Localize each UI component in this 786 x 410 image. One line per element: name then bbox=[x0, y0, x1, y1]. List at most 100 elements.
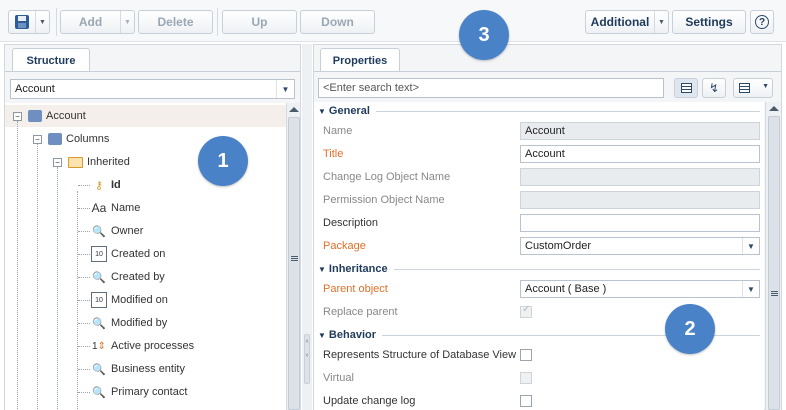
structure-scrollbar[interactable] bbox=[286, 103, 300, 410]
scroll-thumb[interactable] bbox=[768, 116, 780, 410]
tab-properties[interactable]: Properties bbox=[320, 48, 400, 72]
prop-parent-select[interactable]: Account ( Base ) ▼ bbox=[520, 280, 760, 298]
scroll-up-arrow-icon[interactable] bbox=[769, 106, 779, 111]
prop-label-virtual: Virtual bbox=[323, 372, 354, 384]
tree-column-label: Modified on bbox=[111, 294, 168, 306]
tree-column-active-processes[interactable]: 1 ⇕ Active processes bbox=[91, 335, 194, 357]
callout-badge-2: 2 bbox=[665, 304, 715, 354]
section-inheritance[interactable]: ▼ Inheritance bbox=[318, 263, 760, 275]
add-label: Add bbox=[78, 15, 103, 29]
help-button[interactable]: ? bbox=[750, 10, 774, 34]
prop-label-update-log: Update change log bbox=[323, 395, 416, 407]
tree-column-label: Active processes bbox=[111, 340, 195, 352]
delete-label: Delete bbox=[157, 15, 194, 29]
tree-connector bbox=[78, 323, 90, 324]
structure-object-select[interactable]: Account ▼ bbox=[10, 79, 295, 99]
tree-column-owner[interactable]: 🔍 Owner bbox=[91, 220, 143, 242]
prop-parent-value: Account ( Base ) bbox=[525, 283, 607, 295]
save-button[interactable]: ▼ bbox=[8, 10, 50, 34]
list-view-button[interactable] bbox=[674, 78, 698, 98]
events-button[interactable]: ↯ bbox=[702, 78, 726, 98]
collapse-triangle-icon[interactable]: ▼ bbox=[318, 331, 326, 340]
up-label: Up bbox=[251, 15, 268, 29]
tree-column-label: Primary contact bbox=[111, 386, 188, 398]
callout-number: 1 bbox=[217, 149, 229, 172]
prop-label-parent: Parent object bbox=[323, 283, 388, 295]
view-options-button[interactable]: ▼ bbox=[733, 78, 773, 98]
chevron-down-icon[interactable]: ▼ bbox=[35, 11, 49, 33]
tree-node-inherited[interactable]: − Inherited bbox=[53, 151, 130, 173]
text-type-icon: Aa bbox=[91, 201, 107, 215]
tree-connector bbox=[78, 254, 90, 255]
tree-column-created-by[interactable]: 🔍 Created by bbox=[91, 266, 165, 288]
collapse-icon[interactable]: − bbox=[13, 111, 22, 121]
collapse-icon[interactable]: − bbox=[33, 134, 42, 144]
delete-button[interactable]: Delete bbox=[138, 10, 213, 34]
tree-connector bbox=[78, 346, 90, 347]
tree-column-created-on[interactable]: 10 Created on bbox=[91, 243, 165, 265]
section-divider bbox=[393, 268, 760, 270]
prop-package-select[interactable]: CustomOrder ▼ bbox=[520, 237, 760, 255]
property-search-input[interactable]: <Enter search text> bbox=[318, 78, 664, 98]
prop-label-description: Description bbox=[323, 217, 379, 229]
structure-select-value: Account bbox=[15, 83, 55, 95]
tree-node-account[interactable]: − Account bbox=[13, 105, 86, 127]
callout-badge-3: 3 bbox=[459, 10, 509, 60]
tree-column-label: Name bbox=[111, 202, 141, 214]
panel-splitter[interactable]: ‹ ‹ bbox=[302, 44, 312, 410]
tree-node-label: Account bbox=[46, 110, 86, 122]
chevron-down-icon[interactable]: ▼ bbox=[742, 238, 759, 254]
prop-label-replace: Replace parent bbox=[323, 306, 398, 318]
tree-connector bbox=[78, 185, 90, 186]
settings-button[interactable]: Settings bbox=[672, 10, 746, 34]
additional-button[interactable]: Additional ▼ bbox=[585, 10, 669, 34]
section-general[interactable]: ▼ General bbox=[318, 105, 760, 117]
tree-column-id[interactable]: ⚷ Id bbox=[91, 174, 121, 196]
update-change-log-checkbox[interactable] bbox=[520, 395, 532, 407]
lookup-icon: 🔍 bbox=[92, 271, 106, 284]
properties-scrollbar[interactable] bbox=[765, 102, 781, 410]
tree-node-columns[interactable]: − Columns bbox=[33, 128, 109, 150]
chevron-down-icon[interactable]: ▼ bbox=[276, 80, 294, 98]
scroll-thumb[interactable] bbox=[288, 117, 300, 410]
prop-description-field[interactable] bbox=[520, 214, 760, 232]
tree-column-modified-on[interactable]: 10 Modified on bbox=[91, 289, 168, 311]
tree-column-label: Business entity bbox=[111, 363, 185, 375]
down-button[interactable]: Down bbox=[300, 10, 375, 34]
tree-column-label: Created on bbox=[111, 248, 166, 260]
collapse-triangle-icon[interactable]: ▼ bbox=[318, 265, 326, 274]
lightning-icon: ↯ bbox=[708, 81, 720, 95]
list-view-icon bbox=[680, 83, 692, 93]
prop-title-field[interactable]: Account bbox=[520, 145, 760, 163]
tab-structure[interactable]: Structure bbox=[12, 48, 90, 72]
checkmark-icon: ✓ bbox=[522, 304, 531, 315]
splitter-handle-icon[interactable]: ‹ ‹ bbox=[304, 334, 310, 384]
tree-connector bbox=[57, 167, 58, 410]
collapse-triangle-icon[interactable]: ▼ bbox=[318, 107, 326, 116]
chevron-down-icon[interactable]: ▼ bbox=[120, 11, 134, 33]
tree-column-name[interactable]: Aa Name bbox=[91, 197, 141, 219]
section-title: Behavior bbox=[328, 329, 376, 341]
virtual-checkbox bbox=[520, 372, 532, 384]
tab-underline bbox=[314, 71, 781, 72]
scroll-grip-line bbox=[771, 293, 778, 294]
callout-number: 3 bbox=[478, 23, 490, 46]
search-placeholder: <Enter search text> bbox=[323, 82, 419, 94]
prop-label-title: Title bbox=[323, 148, 344, 160]
collapse-icon[interactable]: − bbox=[53, 157, 62, 167]
chevron-down-icon[interactable]: ▼ bbox=[762, 83, 769, 90]
prop-label-name: Name bbox=[323, 125, 353, 137]
tree-column-primary-contact[interactable]: 🔍 Primary contact bbox=[91, 381, 187, 403]
tree-column-modified-by[interactable]: 🔍 Modified by bbox=[91, 312, 167, 334]
up-button[interactable]: Up bbox=[222, 10, 297, 34]
represents-db-view-checkbox[interactable] bbox=[520, 349, 532, 361]
add-button[interactable]: Add ▼ bbox=[60, 10, 135, 34]
datetime-icon: 10 bbox=[91, 246, 107, 262]
scroll-up-arrow-icon[interactable] bbox=[289, 107, 299, 112]
tree-column-business-entity[interactable]: 🔍 Business entity bbox=[91, 358, 185, 380]
chevron-down-icon[interactable]: ▼ bbox=[654, 11, 668, 33]
tree-node-label: Columns bbox=[66, 133, 110, 145]
datetime-icon: 10 bbox=[91, 292, 107, 308]
chevron-down-icon[interactable]: ▼ bbox=[742, 281, 759, 297]
object-schema-icon bbox=[28, 110, 42, 122]
